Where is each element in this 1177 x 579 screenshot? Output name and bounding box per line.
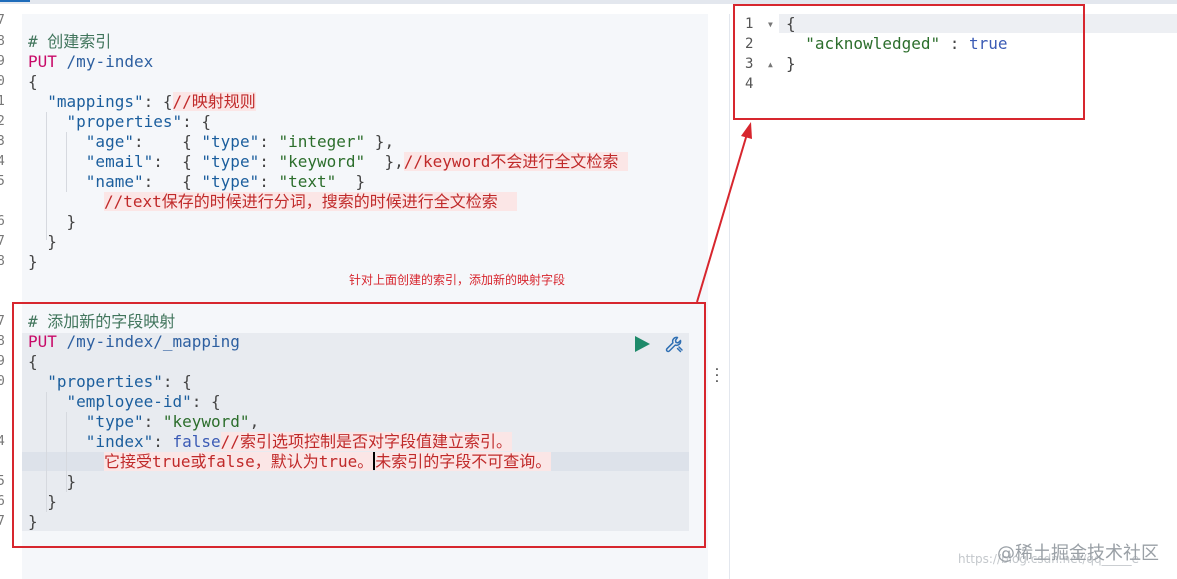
annotation-arrow: [696, 122, 752, 303]
watermark: @稀土掘金技术社区: [997, 543, 1159, 564]
